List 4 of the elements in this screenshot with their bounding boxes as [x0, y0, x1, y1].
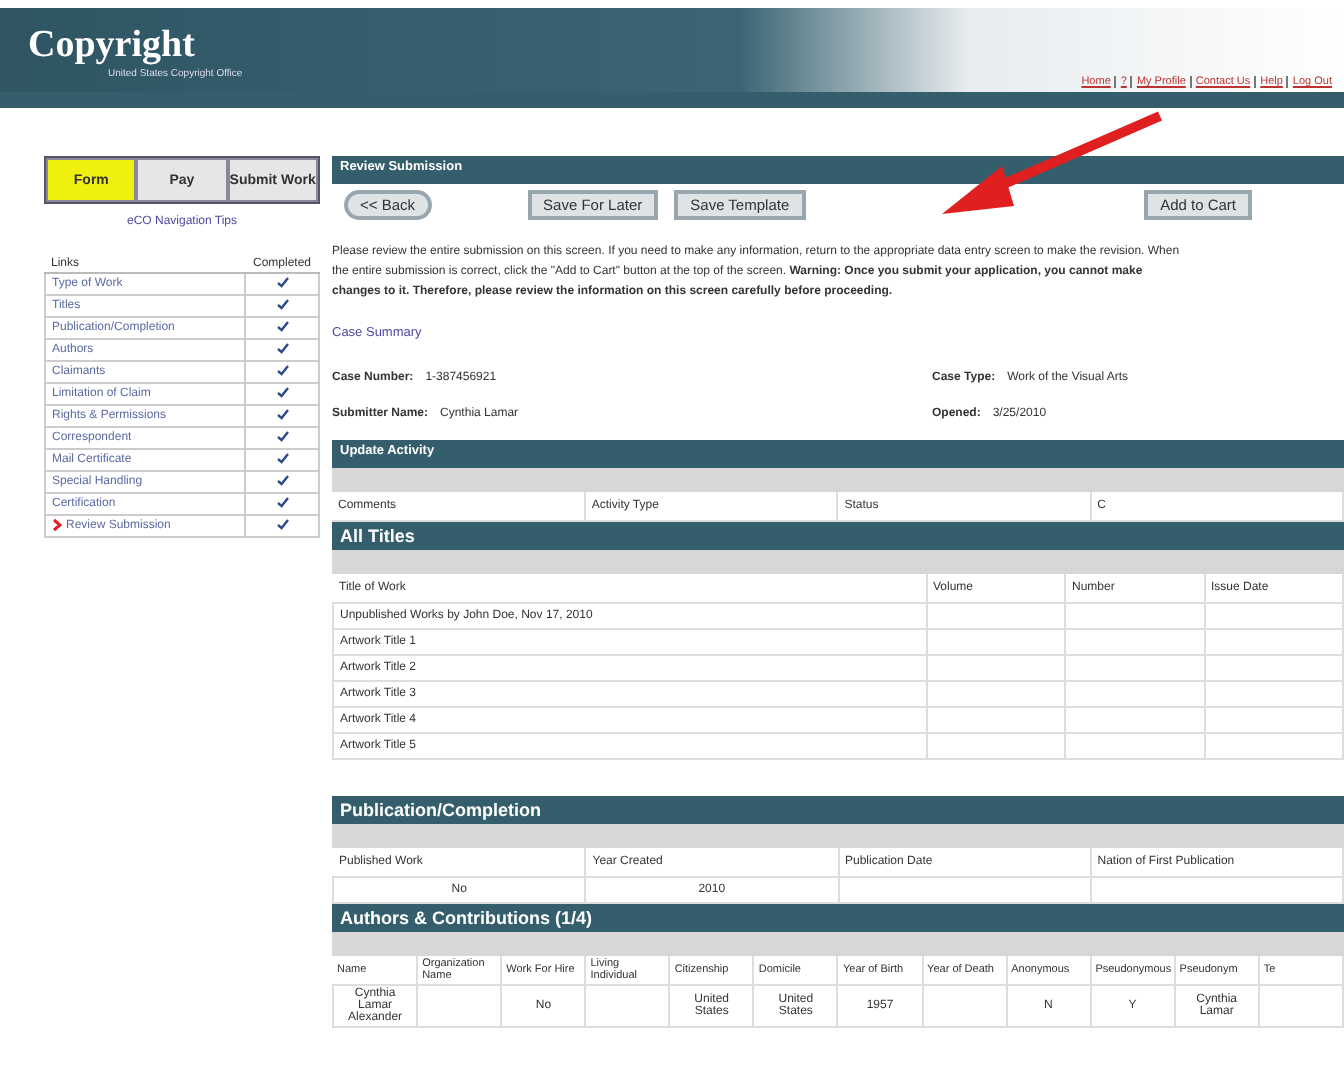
site-logo[interactable]: Copyright [28, 24, 243, 68]
section-header: Publication/Completion [332, 796, 1344, 824]
section-header: All Titles [332, 522, 1344, 550]
section-header: Authors & Contributions (1/4) [332, 904, 1344, 932]
